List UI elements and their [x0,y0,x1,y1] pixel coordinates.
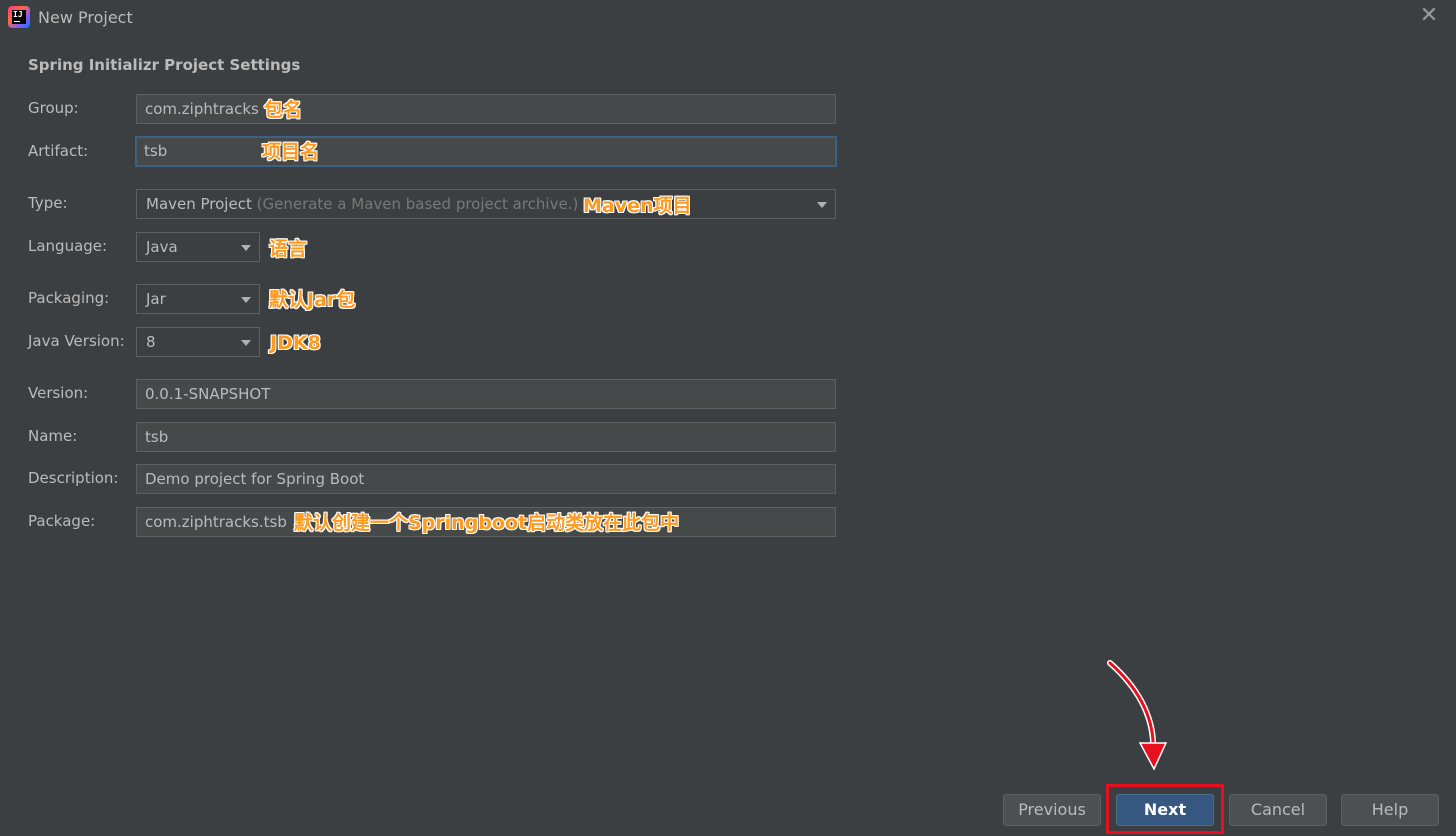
name-field[interactable]: tsb [136,422,836,452]
java-version-label: Java Version: [28,332,125,350]
package-annotation: 默认创建一个Springboot启动类放在此包中 [294,512,680,534]
java-version-annotation: JDK8 [270,332,321,354]
description-label: Description: [28,469,119,487]
artifact-annotation: 项目名 [262,141,320,163]
type-annotation: Maven项目 [583,195,692,217]
chevron-down-icon [817,202,827,208]
package-label: Package: [28,512,96,530]
cancel-button[interactable]: Cancel [1229,794,1327,826]
window-title: New Project [38,8,133,27]
help-button[interactable]: Help [1341,794,1439,826]
type-hint: (Generate a Maven based project archive.… [256,195,579,213]
artifact-field[interactable]: tsb [135,136,837,167]
chevron-down-icon [241,340,251,346]
section-title: Spring Initializr Project Settings [28,56,301,74]
close-icon[interactable]: ✕ [1419,5,1439,27]
previous-button[interactable]: Previous [1003,794,1101,826]
group-field[interactable]: com.ziphtracks [136,94,836,124]
chevron-down-icon [241,297,251,303]
packaging-annotation: 默认Jar包 [269,289,356,311]
description-field[interactable]: Demo project for Spring Boot [136,464,836,494]
group-label: Group: [28,99,79,117]
packaging-label: Packaging: [28,289,110,307]
next-button[interactable]: Next [1116,794,1214,826]
java-version-select[interactable]: 8 [136,327,260,357]
name-label: Name: [28,427,78,445]
type-label: Type: [28,194,68,212]
intellij-app-icon: IJ [8,6,30,28]
language-select[interactable]: Java [136,232,260,262]
title-bar: IJ New Project ✕ [0,0,1456,34]
chevron-down-icon [241,245,251,251]
type-select[interactable]: Maven Project (Generate a Maven based pr… [136,189,836,219]
version-label: Version: [28,384,89,402]
red-arrow-annotation [1107,660,1168,771]
artifact-label: Artifact: [28,142,89,160]
version-field[interactable]: 0.0.1-SNAPSHOT [136,379,836,409]
group-annotation: 包名 [264,99,303,121]
language-annotation: 语言 [269,238,308,260]
type-value: Maven Project [146,195,252,213]
language-label: Language: [28,237,108,255]
packaging-select[interactable]: Jar [136,284,260,314]
